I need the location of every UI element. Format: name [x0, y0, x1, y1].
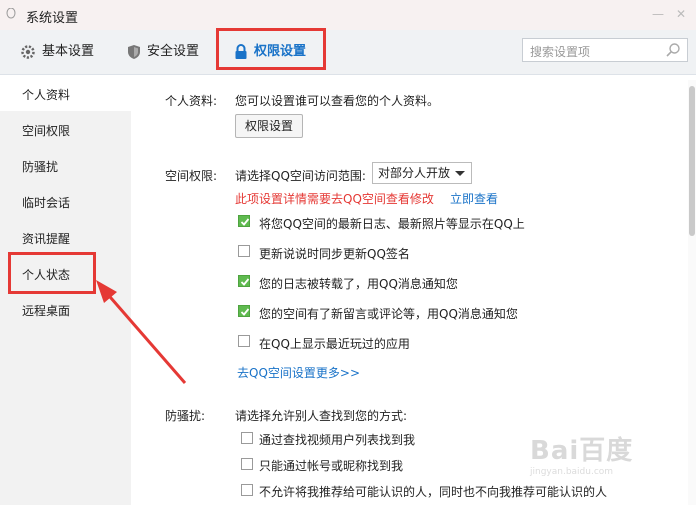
- annotation-arrow-icon: [96, 280, 187, 384]
